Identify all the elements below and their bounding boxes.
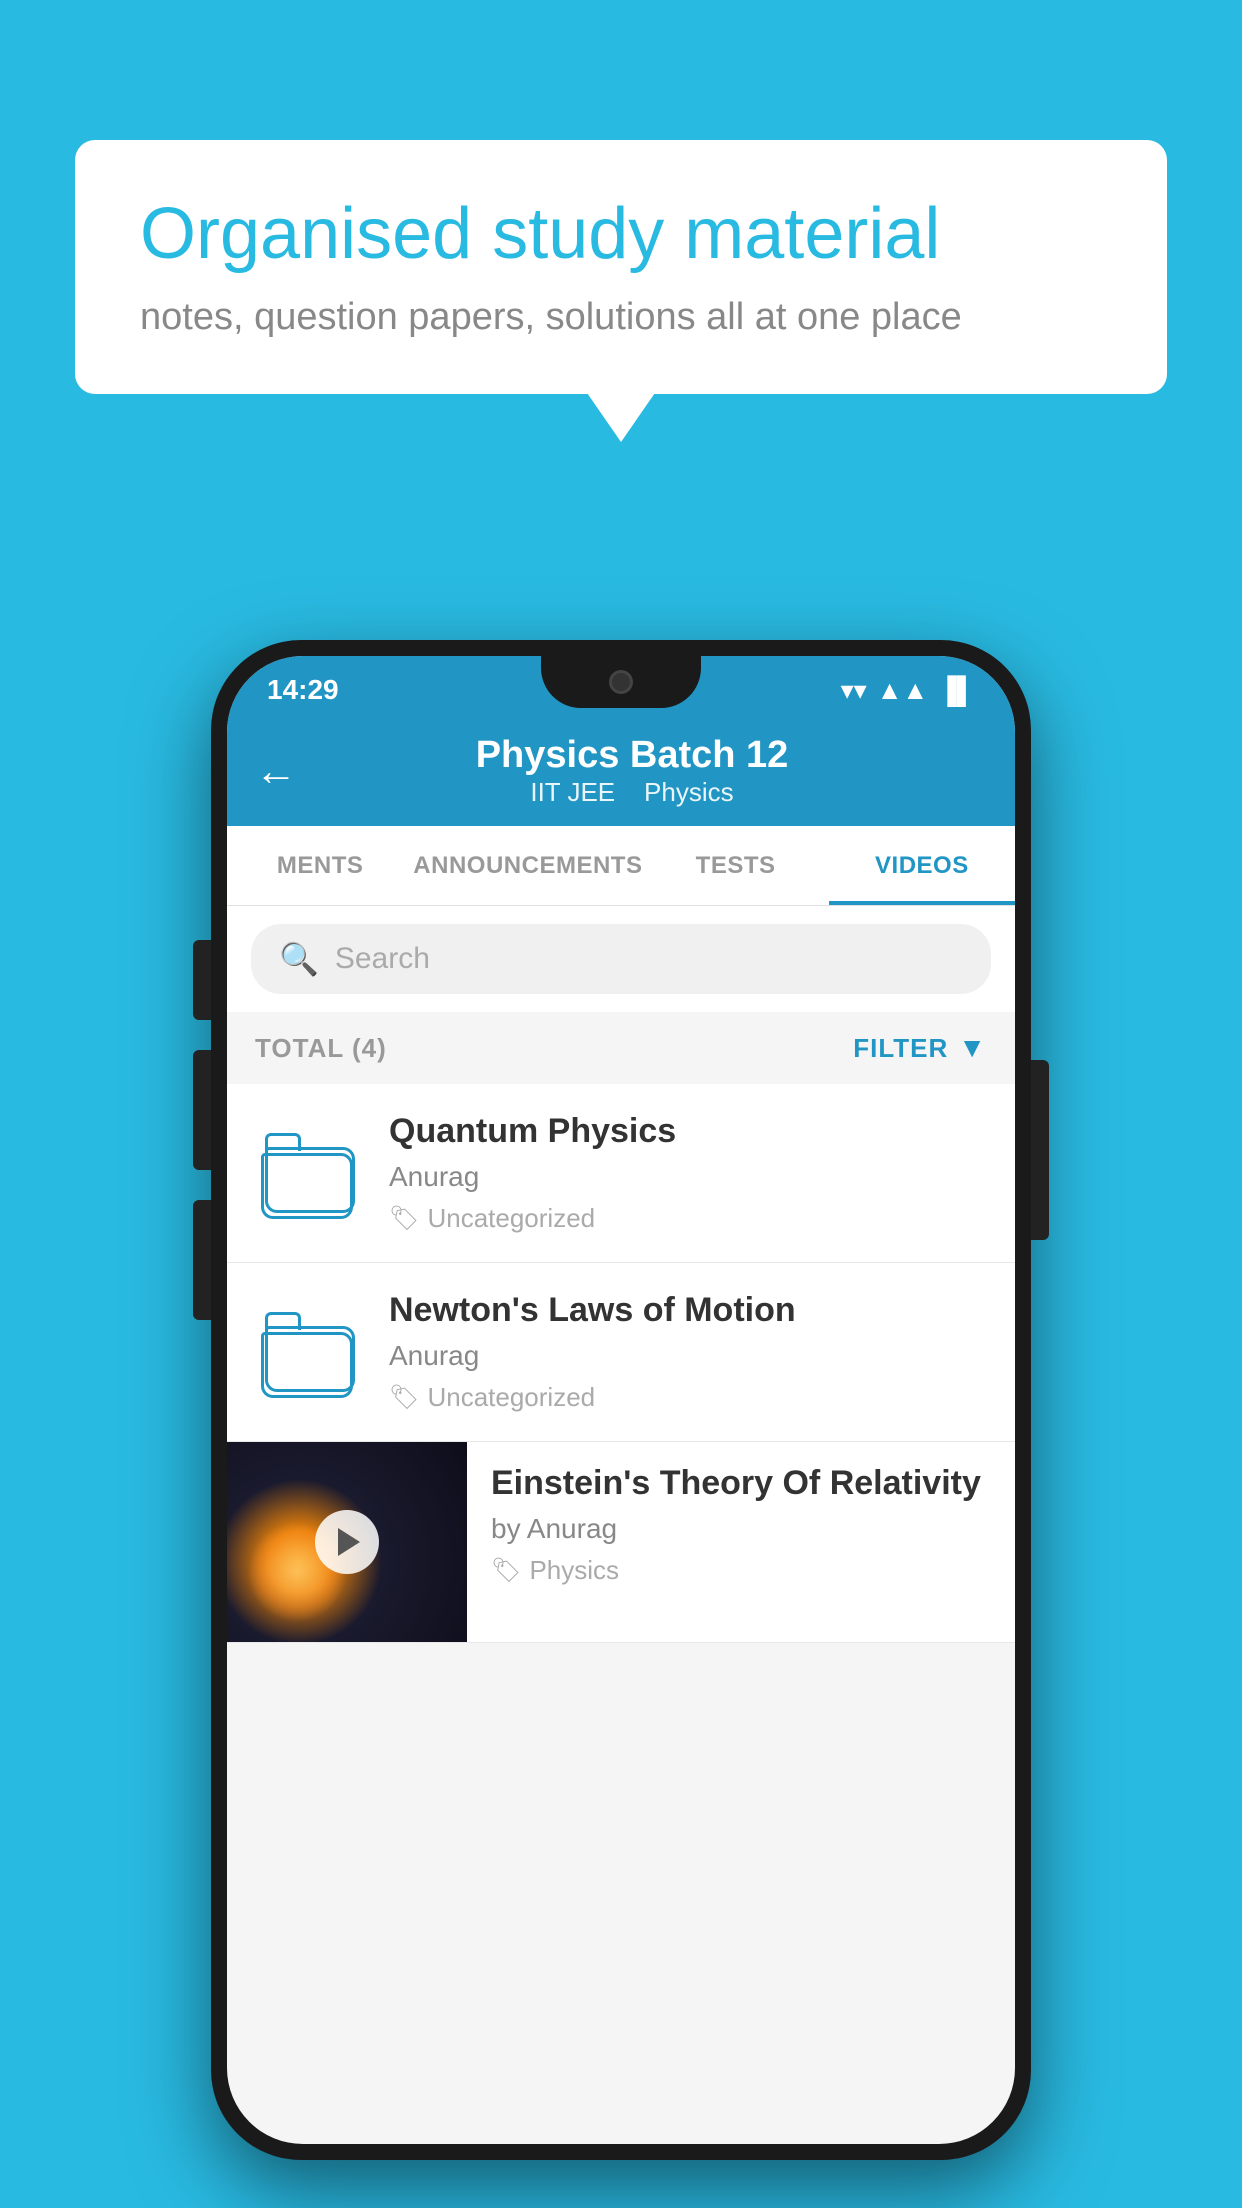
video-author: by Anurag [491,1513,991,1545]
camera [609,670,633,694]
video-author: Anurag [389,1340,987,1372]
toolbar-tag2: Physics [644,777,734,807]
search-placeholder: Search [335,942,963,976]
folder-icon [265,1133,355,1213]
folder-thumbnail-quantum [255,1118,365,1228]
video-title: Newton's Laws of Motion [389,1291,987,1330]
toolbar-title: Physics Batch 12 [317,734,947,777]
video-tag: 🏷 Physics [491,1555,991,1586]
power-button-left [193,1200,211,1320]
video-title: Quantum Physics [389,1112,987,1151]
filter-row: TOTAL (4) FILTER ▼ [227,1012,1015,1084]
folder-icon [265,1312,355,1392]
list-item[interactable]: Einstein's Theory Of Relativity by Anura… [227,1442,1015,1643]
tag-label: Physics [529,1555,619,1586]
tab-ments[interactable]: MENTS [227,826,413,905]
tab-announcements[interactable]: ANNOUNCEMENTS [413,826,642,905]
bubble-title: Organised study material [140,195,1102,274]
tab-videos[interactable]: VIDEOS [829,826,1015,905]
volume-down-button [193,1050,211,1170]
volume-up-button [193,940,211,1020]
notch [541,656,701,708]
video-title: Einstein's Theory Of Relativity [491,1464,991,1503]
video-info-quantum: Quantum Physics Anurag 🏷 Uncategorized [389,1112,987,1234]
search-container: 🔍 Search [227,906,1015,1012]
video-author: Anurag [389,1161,987,1193]
total-count: TOTAL (4) [255,1033,387,1064]
tag-icon: 🏷 [389,1383,419,1412]
speech-bubble: Organised study material notes, question… [75,140,1167,394]
folder-front-icon [261,1153,353,1219]
filter-button[interactable]: FILTER ▼ [853,1032,987,1064]
filter-label: FILTER [853,1033,948,1064]
tag-icon: 🏷 [389,1204,419,1233]
folder-thumbnail-newton [255,1297,365,1407]
bubble-subtitle: notes, question papers, solutions all at… [140,296,1102,339]
video-tag: 🏷 Uncategorized [389,1382,987,1413]
video-info-einstein: Einstein's Theory Of Relativity by Anura… [467,1442,1015,1608]
list-item[interactable]: Quantum Physics Anurag 🏷 Uncategorized [227,1084,1015,1263]
toolbar-subtitle: IIT JEE Physics [317,777,947,808]
status-time: 14:29 [267,674,339,706]
phone-screen: 14:29 ▾▾ ▲▲ ▐▌ ← Physics Batch 12 IIT JE… [227,656,1015,2144]
back-arrow-icon: ← [255,747,297,794]
list-item[interactable]: Newton's Laws of Motion Anurag 🏷 Uncateg… [227,1263,1015,1442]
play-icon [338,1528,360,1556]
tabs-bar: MENTS ANNOUNCEMENTS TESTS VIDEOS [227,826,1015,906]
tag-icon: 🏷 [491,1556,521,1585]
toolbar-tag1: IIT JEE [530,777,615,807]
tab-tests[interactable]: TESTS [642,826,828,905]
filter-funnel-icon: ▼ [958,1032,987,1064]
status-icons: ▾▾ ▲▲ ▐▌ [841,675,975,706]
battery-icon: ▐▌ [938,675,975,706]
toolbar-separator [622,777,644,807]
folder-front-icon [261,1332,353,1398]
phone-frame: 14:29 ▾▾ ▲▲ ▐▌ ← Physics Batch 12 IIT JE… [211,640,1031,2160]
video-tag: 🏷 Uncategorized [389,1203,987,1234]
search-bar[interactable]: 🔍 Search [251,924,991,994]
video-list: Quantum Physics Anurag 🏷 Uncategorized [227,1084,1015,1643]
toolbar-title-area: Physics Batch 12 IIT JEE Physics [317,734,947,808]
phone-container: 14:29 ▾▾ ▲▲ ▐▌ ← Physics Batch 12 IIT JE… [211,640,1031,2160]
tag-label: Uncategorized [427,1382,595,1413]
play-button[interactable] [315,1510,379,1574]
tag-label: Uncategorized [427,1203,595,1234]
video-info-newton: Newton's Laws of Motion Anurag 🏷 Uncateg… [389,1291,987,1413]
signal-icon: ▲▲ [877,675,928,706]
power-button-right [1031,1060,1049,1240]
wifi-icon: ▾▾ [841,675,867,706]
back-button[interactable]: ← [255,747,297,795]
thumb-image-einstein [227,1442,467,1642]
toolbar: ← Physics Batch 12 IIT JEE Physics [227,716,1015,826]
search-icon: 🔍 [279,940,319,978]
